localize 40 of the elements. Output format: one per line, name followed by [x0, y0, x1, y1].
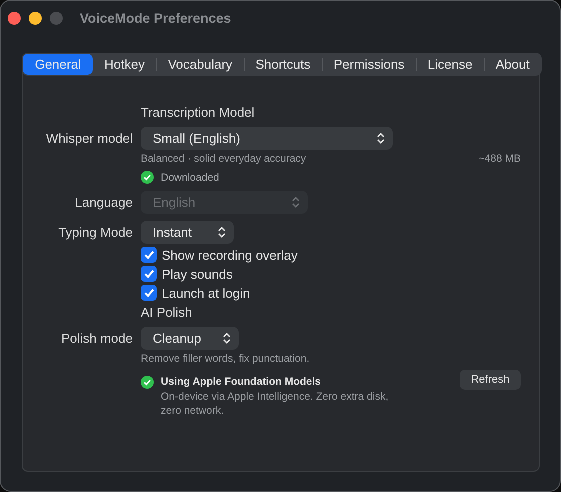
tab[interactable]: Vocabulary: [157, 54, 244, 75]
chevron-updown-icon: [377, 133, 385, 144]
checkmark-icon: [144, 250, 154, 260]
tab[interactable]: Permissions: [322, 54, 416, 75]
provider-description: On-device via Apple Intelligence. Zero extra disk, zero network.: [161, 390, 390, 418]
chevron-updown-icon: [292, 197, 300, 208]
checkbox[interactable]: [141, 247, 157, 263]
dropdown[interactable]: Cleanup: [141, 327, 239, 350]
close-icon[interactable]: [8, 12, 21, 24]
field-label: Typing Mode: [58, 225, 133, 240]
tab[interactable]: Shortcuts: [244, 54, 322, 75]
caption: Balanced · solid everyday accuracy: [141, 153, 306, 165]
field-label: Whisper model: [46, 131, 133, 146]
window-title: VoiceMode Preferences: [80, 10, 232, 26]
tab[interactable]: License: [416, 54, 484, 75]
checkbox-label: Play sounds: [162, 266, 233, 282]
checkbox[interactable]: [141, 285, 157, 301]
tab[interactable]: Hotkey: [93, 54, 156, 75]
checkbox-label: Show recording overlay: [162, 248, 298, 262]
chevron-updown-icon: [223, 333, 231, 344]
tab[interactable]: About: [484, 54, 541, 75]
provider-title: Using Apple Foundation Models: [161, 376, 322, 388]
status-text: Downloaded: [161, 172, 220, 184]
section-heading: Transcription Model: [141, 105, 256, 120]
dropdown[interactable]: Small (English): [141, 127, 393, 150]
caption: Remove filler words, fix punctuation.: [141, 353, 310, 365]
zoom-icon: [50, 12, 63, 24]
field-label: Language: [75, 195, 133, 210]
dropdown[interactable]: Instant: [141, 221, 234, 244]
checkmark-icon: [144, 288, 154, 298]
minimize-icon[interactable]: [29, 12, 42, 24]
field-label: Polish mode: [61, 331, 133, 346]
tab[interactable]: General: [23, 54, 94, 75]
checkbox-label: Launch at login: [162, 286, 250, 300]
checkbox[interactable]: [141, 266, 157, 282]
model-size: ~488 MB: [478, 153, 521, 165]
chevron-updown-icon: [218, 227, 226, 238]
refresh-button[interactable]: Refresh: [460, 370, 521, 390]
section-heading: AI Polish: [141, 305, 194, 320]
checkmark-icon: [144, 269, 154, 279]
